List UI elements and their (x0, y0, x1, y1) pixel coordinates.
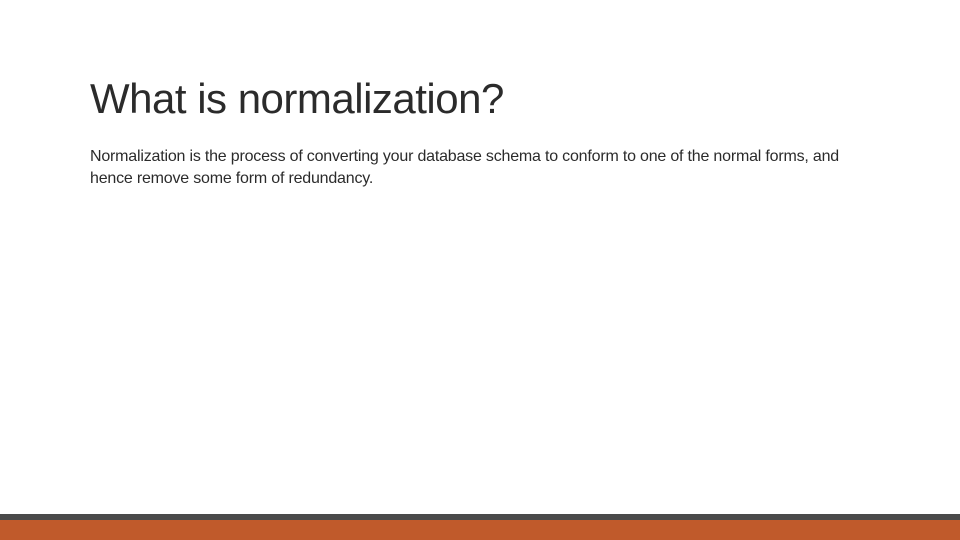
slide-content: What is normalization? Normalization is … (0, 0, 960, 189)
footer-bar-bottom (0, 520, 960, 540)
footer-accent-bar (0, 514, 960, 540)
slide-body: Normalization is the process of converti… (90, 146, 850, 189)
slide-title: What is normalization? (90, 76, 870, 122)
